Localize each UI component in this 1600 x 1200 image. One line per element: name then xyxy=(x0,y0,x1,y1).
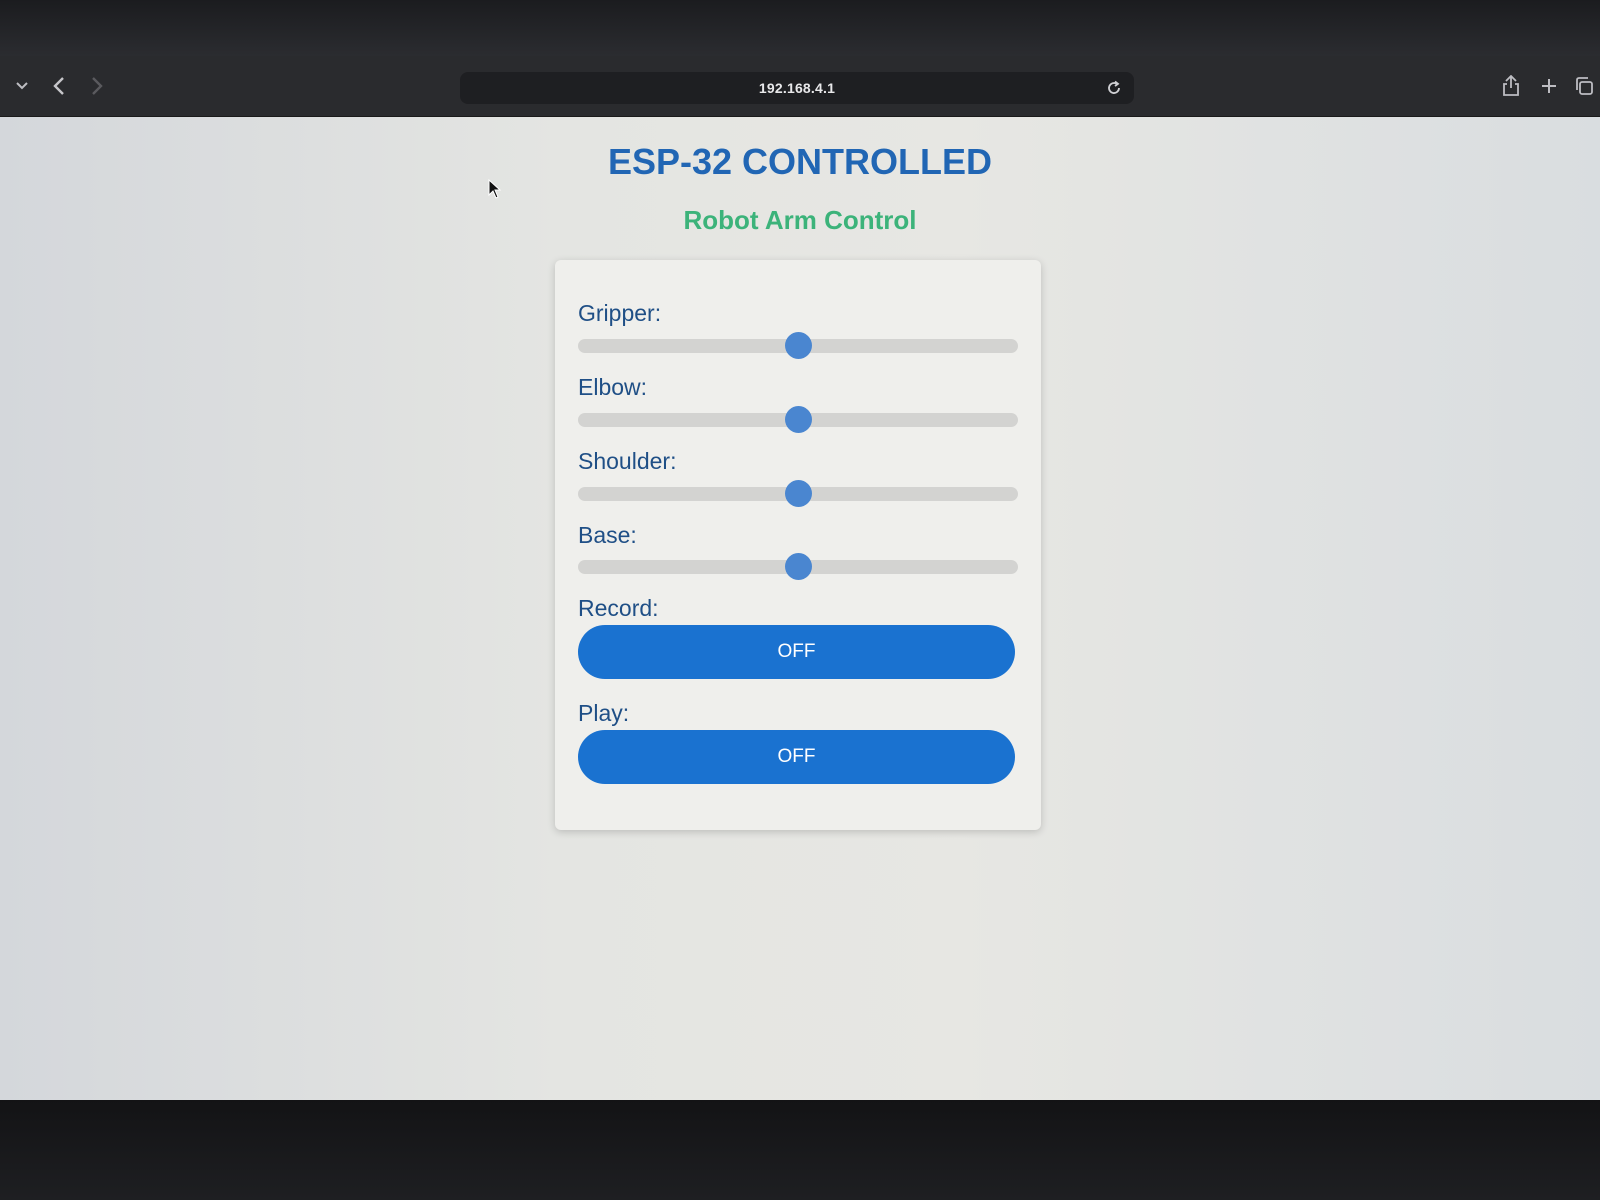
page-title: ESP-32 CONTROLLED xyxy=(607,141,993,182)
reload-icon[interactable] xyxy=(1104,78,1124,98)
page-subtitle: Robot Arm Control xyxy=(683,205,917,235)
play-label: Play: xyxy=(578,700,630,726)
slider-thumb[interactable] xyxy=(785,480,812,507)
browser-toolbar: 192.168.4.1 xyxy=(0,56,1600,117)
sidebar-chevron-icon[interactable] xyxy=(8,56,36,116)
record-toggle-button[interactable]: OFF xyxy=(578,625,1015,679)
new-tab-icon[interactable] xyxy=(1534,56,1564,116)
screen-bezel-top xyxy=(0,0,1600,56)
back-icon[interactable] xyxy=(46,56,72,116)
gripper-label: Gripper: xyxy=(578,300,662,326)
slider-thumb[interactable] xyxy=(785,553,812,580)
forward-icon[interactable] xyxy=(84,56,110,116)
share-icon[interactable] xyxy=(1496,56,1526,116)
address-bar[interactable]: 192.168.4.1 xyxy=(460,72,1134,104)
shoulder-slider[interactable] xyxy=(578,478,1018,508)
record-label: Record: xyxy=(578,595,659,621)
screen-bezel-bottom xyxy=(0,1100,1600,1200)
base-slider[interactable] xyxy=(578,551,1018,581)
base-label: Base: xyxy=(578,522,637,548)
slider-thumb[interactable] xyxy=(785,406,812,433)
elbow-label: Elbow: xyxy=(578,374,648,400)
elbow-slider[interactable] xyxy=(578,404,1018,434)
tabs-overview-icon[interactable] xyxy=(1570,56,1598,116)
shoulder-label: Shoulder: xyxy=(578,448,677,474)
address-text: 192.168.4.1 xyxy=(758,80,836,96)
gripper-slider[interactable] xyxy=(578,330,1018,360)
slider-thumb[interactable] xyxy=(785,332,812,359)
control-panel: Gripper: Elbow: Shoulder: Base: Record: … xyxy=(555,260,1041,830)
play-toggle-button[interactable]: OFF xyxy=(578,730,1015,784)
page-viewport: ESP-32 CONTROLLED Robot Arm Control Grip… xyxy=(0,117,1600,1100)
